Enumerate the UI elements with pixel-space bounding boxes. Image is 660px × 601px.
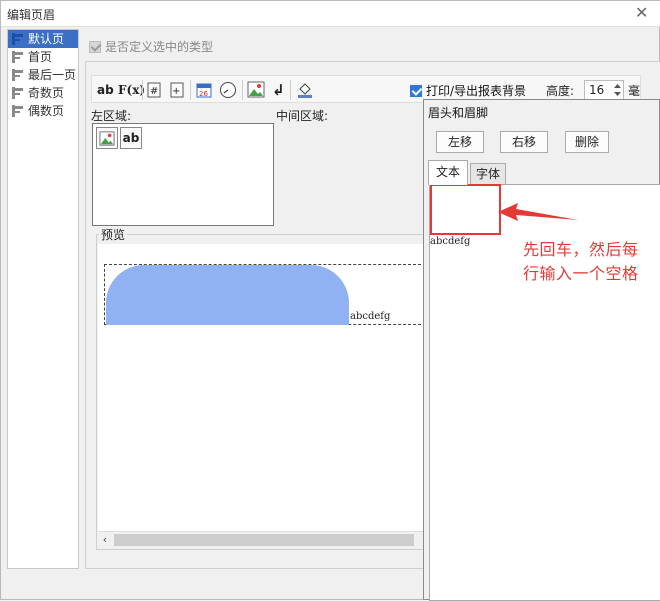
toolbar-divider (142, 80, 143, 100)
image-icon (99, 131, 115, 146)
height-label: 高度: (546, 84, 575, 98)
list-item-label: 偶数页 (28, 104, 65, 118)
delete-button[interactable]: 删除 (565, 131, 609, 153)
list-item-label: 奇数页 (28, 86, 65, 100)
page-type-icon (12, 33, 23, 45)
page-type-last[interactable]: 最后一页 (8, 66, 78, 84)
left-area-label: 左区域: (91, 109, 132, 123)
custom-type-label: 是否定义选中的类型 (105, 40, 214, 54)
page-number-icon[interactable]: # (147, 82, 161, 98)
header-footer-title: 眉头和眉脚 (428, 106, 489, 120)
preview-horizontal-scrollbar[interactable]: ‹ (98, 531, 424, 548)
custom-type-option[interactable]: 是否定义选中的类型 (89, 38, 213, 55)
svg-text:+: + (172, 86, 180, 97)
tab-text[interactable]: 文本 (428, 160, 468, 185)
svg-text:26: 26 (199, 90, 208, 98)
annotation-line-1: 先回车，然后每 (523, 240, 639, 259)
spinner-arrows-icon[interactable] (613, 82, 622, 98)
close-icon[interactable]: ✕ (635, 3, 648, 22)
background-fill-icon[interactable] (296, 81, 314, 99)
preview-header-shape (106, 265, 349, 325)
page-type-icon (12, 87, 23, 99)
tab-font[interactable]: 字体 (470, 163, 506, 184)
clock-icon[interactable] (219, 81, 237, 99)
toolbar-divider (242, 80, 243, 100)
page-type-first[interactable]: 首页 (8, 48, 78, 66)
window-title: 编辑页眉 (7, 8, 56, 22)
page-type-odd[interactable]: 奇数页 (8, 84, 78, 102)
list-item-label: 首页 (28, 50, 53, 64)
annotation-highlight-box (430, 184, 501, 235)
print-export-checkbox[interactable] (410, 85, 422, 97)
height-value: 16 (589, 83, 605, 97)
area-text-item[interactable]: ab (120, 127, 142, 149)
total-pages-icon[interactable]: + (170, 82, 184, 98)
move-right-button[interactable]: 右移 (500, 131, 548, 153)
line-break-icon[interactable]: ↲ (272, 80, 285, 100)
list-item-label: 默认页 (28, 32, 65, 46)
page-type-icon (12, 69, 23, 81)
page-type-default[interactable]: 默认页 (8, 30, 78, 48)
annotation-text: 先回车，然后每 行输入一个空格 (523, 238, 660, 286)
toolbar-divider (190, 80, 191, 100)
page-type-icon (12, 51, 23, 63)
scrollbar-thumb[interactable] (114, 534, 414, 546)
title-bar: 编辑页眉 ✕ (1, 1, 660, 27)
list-item-label: 最后一页 (28, 68, 77, 82)
middle-area-label: 中间区域: (276, 109, 329, 123)
annotation-arrow-icon (498, 203, 578, 221)
svg-text:#: # (150, 86, 158, 97)
image-icon[interactable] (247, 81, 265, 98)
preview-sample-text: abcdefg (350, 311, 391, 322)
header-footer-dialog: 眉头和眉脚 左移 右移 删除 文本 字体 abcdefg (423, 99, 660, 601)
custom-type-checkbox[interactable] (89, 41, 101, 53)
area-image-item[interactable] (96, 127, 118, 149)
page-type-list: 默认页 首页 最后一页 奇数页 偶数页 (7, 29, 79, 569)
print-export-option[interactable]: 打印/导出报表背景 (410, 82, 526, 99)
move-left-button[interactable]: 左移 (436, 131, 484, 153)
left-area-box[interactable]: ab (92, 123, 274, 226)
scroll-left-icon[interactable]: ‹ (98, 532, 112, 548)
height-spinner[interactable]: 16 (584, 80, 624, 100)
toolbar-divider (290, 80, 291, 100)
page-type-icon (12, 105, 23, 117)
preview-label: 预览 (99, 226, 128, 243)
header-text-content: abcdefg (430, 236, 471, 247)
insert-formula-button[interactable]: F(x) (118, 80, 145, 100)
calendar-icon[interactable]: 26 (196, 81, 212, 98)
print-export-label: 打印/导出报表背景 (426, 84, 527, 98)
insert-text-button[interactable]: ab (97, 80, 114, 100)
annotation-line-2: 行输入一个空格 (523, 264, 639, 283)
page-type-even[interactable]: 偶数页 (8, 102, 78, 120)
